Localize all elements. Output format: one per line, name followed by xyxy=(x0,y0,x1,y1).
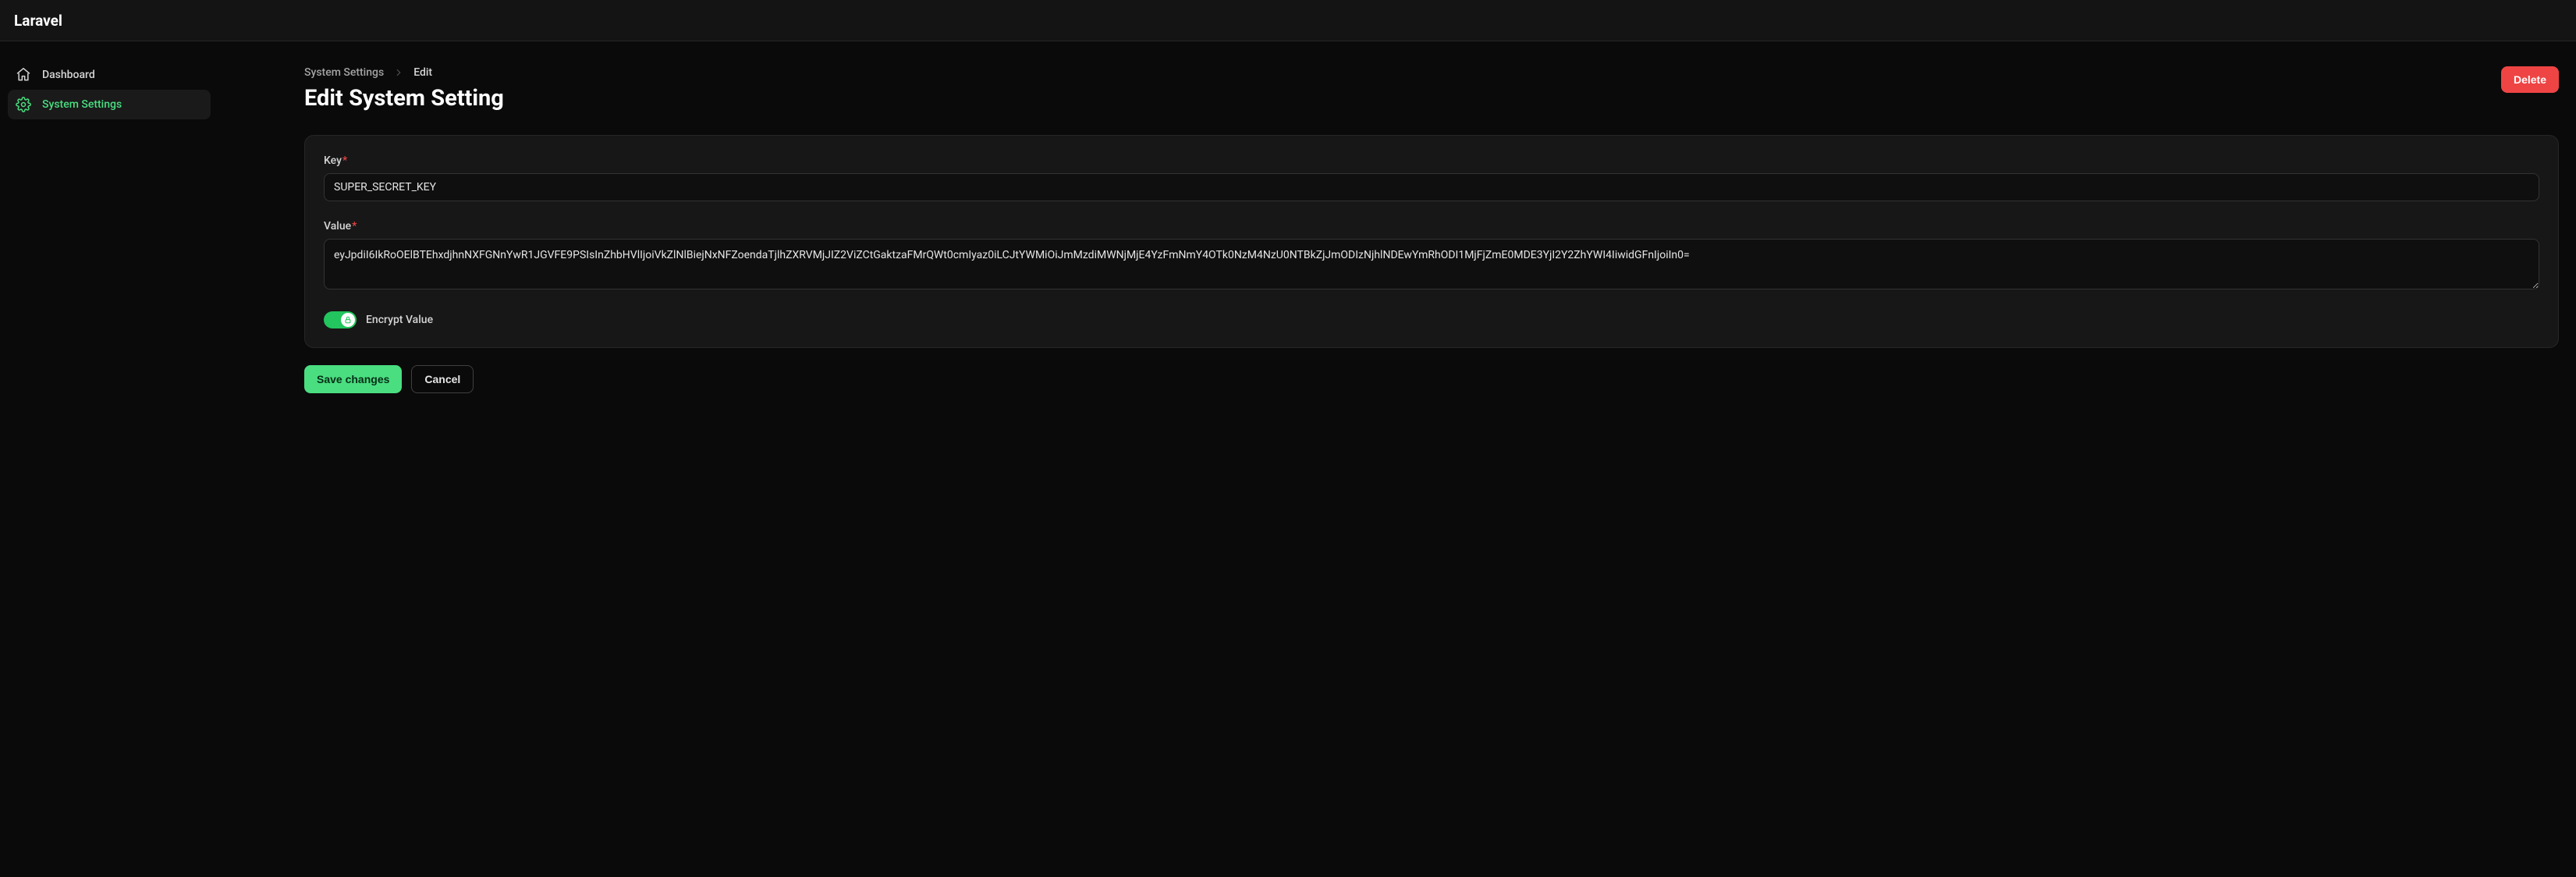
breadcrumb-parent[interactable]: System Settings xyxy=(304,66,384,79)
chevron-right-icon xyxy=(393,67,404,78)
header-left: System Settings Edit Edit System Setting xyxy=(304,66,504,112)
breadcrumb: System Settings Edit xyxy=(304,66,504,79)
form-card: Key* Value* xyxy=(304,135,2559,348)
topbar: Laravel xyxy=(0,0,2576,41)
value-textarea[interactable] xyxy=(324,239,2539,289)
sidebar-item-label: Dashboard xyxy=(42,69,95,81)
encrypt-label: Encrypt Value xyxy=(366,314,433,326)
save-button[interactable]: Save changes xyxy=(304,365,402,393)
breadcrumb-current: Edit xyxy=(413,66,432,79)
required-mark: * xyxy=(352,220,357,233)
required-mark: * xyxy=(342,154,347,167)
delete-button[interactable]: Delete xyxy=(2501,66,2559,93)
sidebar-item-dashboard[interactable]: Dashboard xyxy=(8,60,211,90)
key-input[interactable] xyxy=(324,173,2539,201)
key-label: Key* xyxy=(324,154,2539,167)
lock-icon xyxy=(344,316,352,324)
value-label: Value* xyxy=(324,220,2539,233)
brand-logo: Laravel xyxy=(14,12,62,30)
sidebar-item-label: System Settings xyxy=(42,98,122,111)
encrypt-toggle[interactable] xyxy=(324,311,357,328)
home-icon xyxy=(16,67,31,83)
cancel-button[interactable]: Cancel xyxy=(411,365,474,393)
sidebar-item-system-settings[interactable]: System Settings xyxy=(8,90,211,119)
form-group-value: Value* xyxy=(324,220,2539,293)
header-row: System Settings Edit Edit System Setting… xyxy=(304,66,2559,112)
page-title: Edit System Setting xyxy=(304,85,504,112)
form-group-key: Key* xyxy=(324,154,2539,201)
gear-icon xyxy=(16,97,31,112)
encrypt-toggle-row: Encrypt Value xyxy=(324,311,2539,328)
toggle-knob xyxy=(341,313,355,327)
form-actions: Save changes Cancel xyxy=(304,365,2559,393)
layout: Dashboard System Settings System Setting… xyxy=(0,41,2576,418)
sidebar: Dashboard System Settings xyxy=(0,41,218,418)
main-content: System Settings Edit Edit System Setting… xyxy=(218,41,2576,418)
